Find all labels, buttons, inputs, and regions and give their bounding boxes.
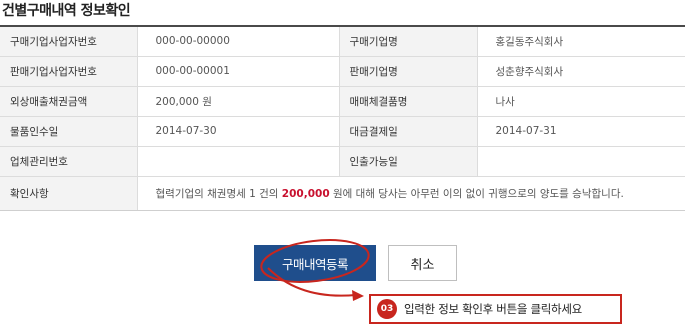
guide-callout: 03 입력한 정보 확인후 버튼을 클릭하세요 [369,294,622,324]
value-mgmt-no [136,146,339,177]
purchase-info-table: 구매기업사업자번호 000-00-00000 구매기업명 홍길동주식회사 판매기… [0,25,685,211]
confirm-text-before: 협력기업의 채권명세 1 건의 [155,187,282,200]
value-seller-biz-no: 000-00-00001 [136,56,339,87]
value-receivable-amount: 200,000 원 [136,86,339,117]
page-title: 건별구매내역 정보확인 [2,3,131,19]
label-buyer-biz-no: 구매기업사업자번호 [0,26,137,57]
label-buyer-name: 구매기업명 [338,26,477,57]
label-confirm: 확인사항 [0,176,137,211]
label-seller-name: 판매기업명 [338,56,477,87]
label-mgmt-no: 업체관리번호 [0,146,137,177]
confirm-text-after: 원에 대해 당사는 아무런 이의 없이 귀행으로의 양도를 승낙합니다. [329,187,624,200]
table-row: 판매기업사업자번호 000-00-00001 판매기업명 성춘향주식회사 [0,56,685,87]
value-buyer-name: 홍길동주식회사 [476,26,685,57]
label-seller-biz-no: 판매기업사업자번호 [0,56,137,87]
table-row: 업체관리번호 인출가능일 [0,146,685,177]
table-row: 확인사항 협력기업의 채권명세 1 건의 200,000 원에 대해 당사는 아… [0,176,685,211]
table-row: 구매기업사업자번호 000-00-00000 구매기업명 홍길동주식회사 [0,26,685,57]
table-row: 외상매출채권금액 200,000 원 매매체결품명 나사 [0,86,685,117]
label-withdraw-date: 인출가능일 [338,146,477,177]
value-withdraw-date [476,146,685,177]
label-item-name: 매매체결품명 [338,86,477,117]
confirm-amount: 200,000 [281,187,330,200]
value-receipt-date: 2014-07-30 [136,116,339,147]
value-item-name: 나사 [476,86,685,117]
label-receipt-date: 물품인수일 [0,116,137,147]
confirm-statement: 협력기업의 채권명세 1 건의 200,000 원에 대해 당사는 아무런 이의… [136,176,685,211]
cancel-button[interactable]: 취소 [388,245,457,281]
table-row: 물품인수일 2014-07-30 대금결제일 2014-07-31 [0,116,685,147]
label-payment-date: 대금결제일 [338,116,477,147]
label-receivable-amount: 외상매출채권금액 [0,86,137,117]
step-badge: 03 [377,299,397,319]
arrow-head-icon [352,290,364,301]
value-seller-name: 성춘향주식회사 [476,56,685,87]
value-payment-date: 2014-07-31 [476,116,685,147]
callout-text: 입력한 정보 확인후 버튼을 클릭하세요 [404,302,582,316]
register-purchase-button[interactable]: 구매내역등록 [254,245,376,281]
value-buyer-biz-no: 000-00-00000 [136,26,339,57]
